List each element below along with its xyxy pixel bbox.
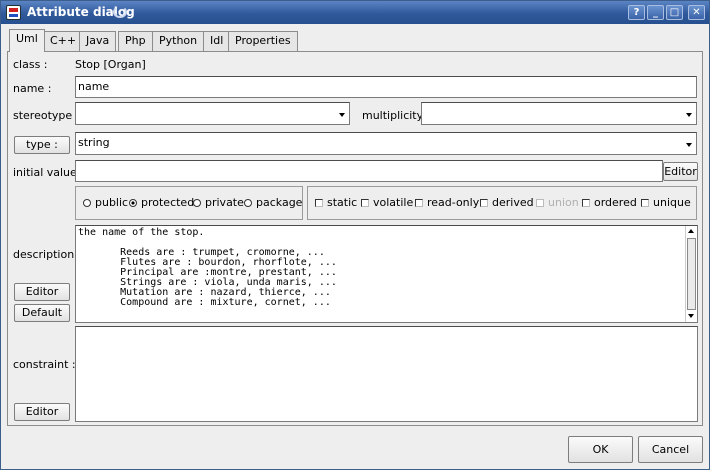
initial-value-editor-button[interactable]: Editor <box>663 162 698 181</box>
checkbox-icon <box>361 199 369 207</box>
chevron-down-icon[interactable] <box>684 134 695 153</box>
scroll-down-icon[interactable] <box>686 311 697 322</box>
read-only-checkbox[interactable]: read-only <box>415 196 479 209</box>
description-line: the name of the stop. <box>78 227 205 238</box>
visibility-private-radio[interactable]: private <box>193 196 244 209</box>
maximize-button[interactable]: □ <box>666 5 683 20</box>
multiplicity-combo[interactable] <box>421 102 697 125</box>
title-bar[interactable]: Attribute dialog ? _ □ ✕ <box>1 1 709 24</box>
static-checkbox[interactable]: static <box>315 196 357 209</box>
tab-uml[interactable]: Uml <box>9 29 45 52</box>
union-checkbox: union <box>536 196 579 209</box>
visibility-public-radio[interactable]: public <box>83 196 128 209</box>
constraint-label: constraint : <box>13 358 76 371</box>
cancel-button[interactable]: Cancel <box>638 436 703 463</box>
description-scrollbar[interactable] <box>685 226 697 322</box>
derived-checkbox[interactable]: derived <box>480 196 534 209</box>
help-button[interactable]: ? <box>628 5 645 20</box>
ordered-checkbox[interactable]: ordered <box>582 196 637 209</box>
radio-icon <box>244 199 252 207</box>
checkbox-icon <box>641 199 649 207</box>
type-value: string <box>78 136 110 149</box>
tab-php[interactable]: Php <box>118 31 153 51</box>
description-label: description : <box>13 248 82 261</box>
tab-idl[interactable]: Idl <box>203 31 231 51</box>
radio-selected-icon <box>129 199 137 207</box>
uml-tab-panel: class : Stop [Organ] name : name stereot… <box>7 51 703 426</box>
scroll-thumb[interactable] <box>687 238 696 310</box>
checkbox-icon <box>536 199 544 207</box>
description-default-button[interactable]: Default <box>14 304 70 322</box>
stereotype-combo[interactable] <box>75 102 350 125</box>
chevron-down-icon[interactable] <box>337 104 348 123</box>
type-combo[interactable]: string <box>75 132 697 155</box>
radio-icon <box>193 199 201 207</box>
chevron-down-icon[interactable] <box>684 104 695 123</box>
attribute-dialog-window: Attribute dialog ? _ □ ✕ Uml C++ Java Ph… <box>0 0 710 470</box>
tab-cpp[interactable]: C++ <box>43 31 84 51</box>
class-label: class : <box>13 58 48 71</box>
visibility-group: public protected private package <box>75 186 303 220</box>
volatile-checkbox[interactable]: volatile <box>361 196 413 209</box>
stereotype-label: stereotype : <box>13 109 80 122</box>
checkbox-icon <box>480 199 488 207</box>
checkbox-icon <box>415 199 423 207</box>
initial-value-label: initial value : <box>13 166 84 179</box>
scroll-up-icon[interactable] <box>686 226 697 237</box>
tab-python[interactable]: Python <box>152 31 205 51</box>
constraint-editor-button[interactable]: Editor <box>14 403 70 421</box>
minimize-button[interactable]: _ <box>647 5 664 20</box>
name-input[interactable]: name <box>75 76 697 98</box>
unique-checkbox[interactable]: unique <box>641 196 691 209</box>
description-textarea[interactable]: the name of the stop. Reeds are : trumpe… <box>75 225 698 323</box>
initial-value-input[interactable] <box>75 160 663 182</box>
class-value: Stop [Organ] <box>75 58 146 71</box>
checkbox-icon <box>582 199 590 207</box>
app-icon <box>6 5 21 20</box>
tab-properties[interactable]: Properties <box>228 31 298 51</box>
description-editor-button[interactable]: Editor <box>14 283 70 301</box>
tab-java[interactable]: Java <box>79 31 117 51</box>
constraint-textarea[interactable] <box>75 326 698 422</box>
checkbox-icon <box>315 199 323 207</box>
name-label: name : <box>13 82 52 95</box>
flags-group: static volatile read-only derived union … <box>307 186 697 220</box>
visibility-protected-radio[interactable]: protected <box>129 196 194 209</box>
type-button[interactable]: type : <box>14 136 70 154</box>
description-line: Compound are : mixture, cornet, ... <box>78 297 331 308</box>
close-button[interactable]: ✕ <box>688 5 705 20</box>
pin-icon[interactable] <box>113 6 127 18</box>
radio-icon <box>83 199 91 207</box>
visibility-package-radio[interactable]: package <box>244 196 302 209</box>
ok-button[interactable]: OK <box>568 436 633 463</box>
